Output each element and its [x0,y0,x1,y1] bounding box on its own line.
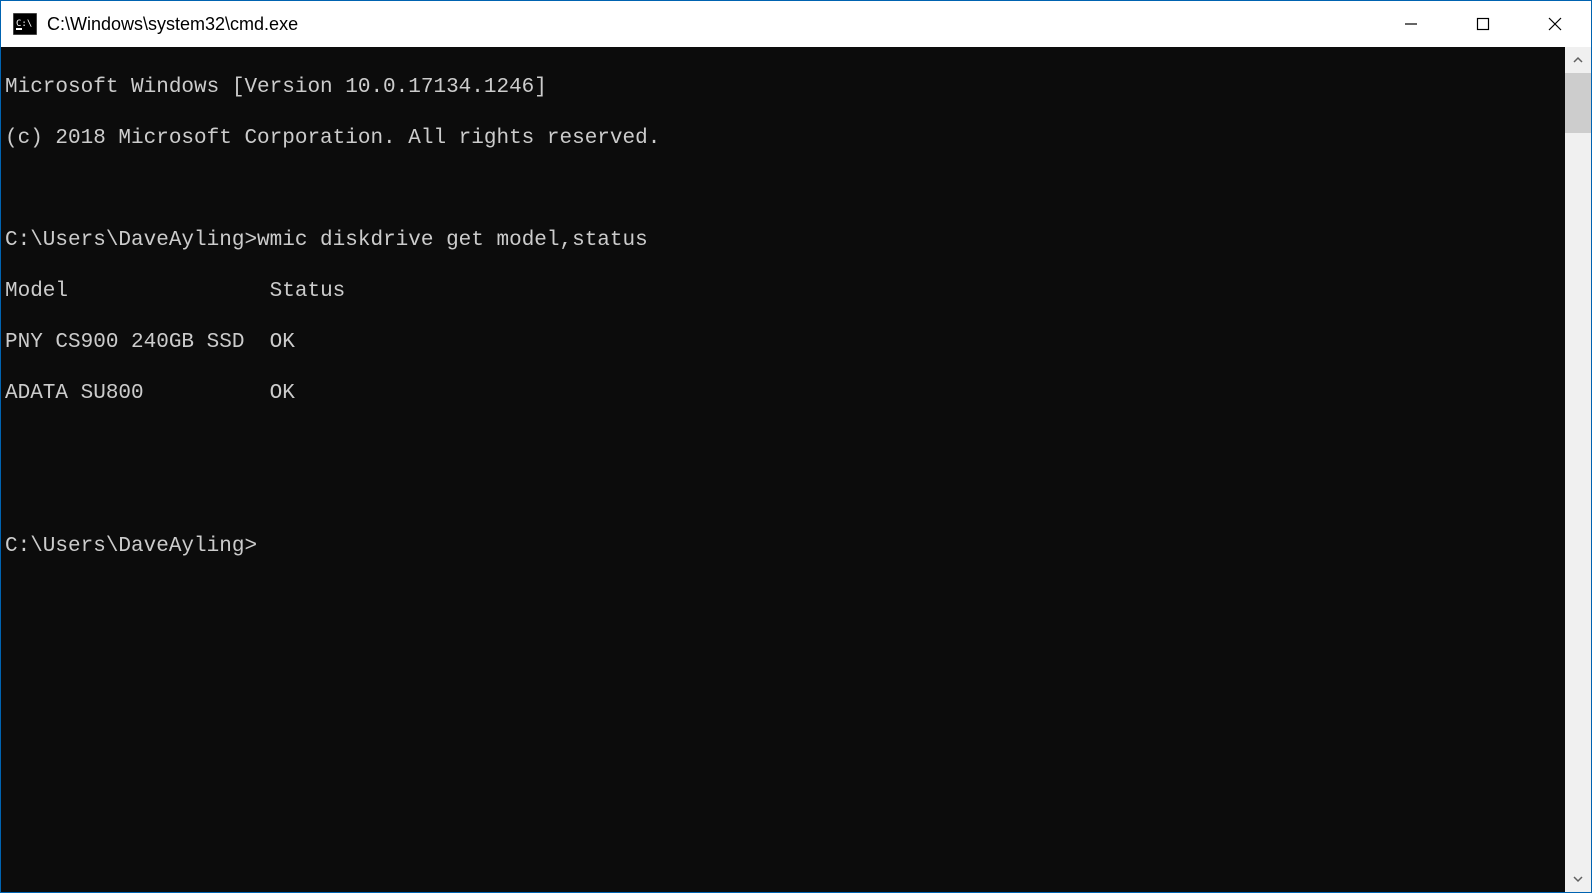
minimize-button[interactable] [1375,1,1447,47]
vertical-scrollbar[interactable] [1565,47,1591,892]
col-status: OK [270,382,295,405]
col-status: OK [270,331,295,354]
window-controls [1375,1,1591,47]
banner-line: Microsoft Windows [Version 10.0.17134.12… [5,75,1565,101]
prompt-path: C:\Users\DaveAyling> [5,229,257,252]
blank-line [5,177,1565,203]
table-row: PNY CS900 240GB SSD OK [5,330,1565,356]
col-model: ADATA SU800 [5,382,270,405]
col-model: Model [5,280,270,303]
cmd-window: C:\ C:\Windows\system32\cmd.exe Microsof… [0,0,1592,893]
window-title: C:\Windows\system32\cmd.exe [47,14,298,35]
scrollbar-track[interactable] [1565,73,1591,866]
scroll-up-arrow-icon[interactable] [1565,47,1591,73]
client-area: Microsoft Windows [Version 10.0.17134.12… [1,47,1591,892]
table-row: ADATA SU800 OK [5,381,1565,407]
prompt-line: C:\Users\DaveAyling> [5,534,1565,560]
prompt-command: wmic diskdrive get model,status [257,229,648,252]
titlebar[interactable]: C:\ C:\Windows\system32\cmd.exe [1,1,1591,47]
col-model: PNY CS900 240GB SSD [5,331,270,354]
prompt-path: C:\Users\DaveAyling> [5,535,257,558]
banner-line: (c) 2018 Microsoft Corporation. All righ… [5,126,1565,152]
scrollbar-thumb[interactable] [1565,73,1591,133]
table-header: Model Status [5,279,1565,305]
prompt-line: C:\Users\DaveAyling>wmic diskdrive get m… [5,228,1565,254]
terminal-output[interactable]: Microsoft Windows [Version 10.0.17134.12… [1,47,1565,892]
blank-line [5,483,1565,509]
maximize-button[interactable] [1447,1,1519,47]
close-button[interactable] [1519,1,1591,47]
blank-line [5,432,1565,458]
svg-text:C:\: C:\ [16,19,32,29]
scroll-down-arrow-icon[interactable] [1565,866,1591,892]
cmd-icon: C:\ [13,13,37,35]
col-status: Status [270,280,346,303]
